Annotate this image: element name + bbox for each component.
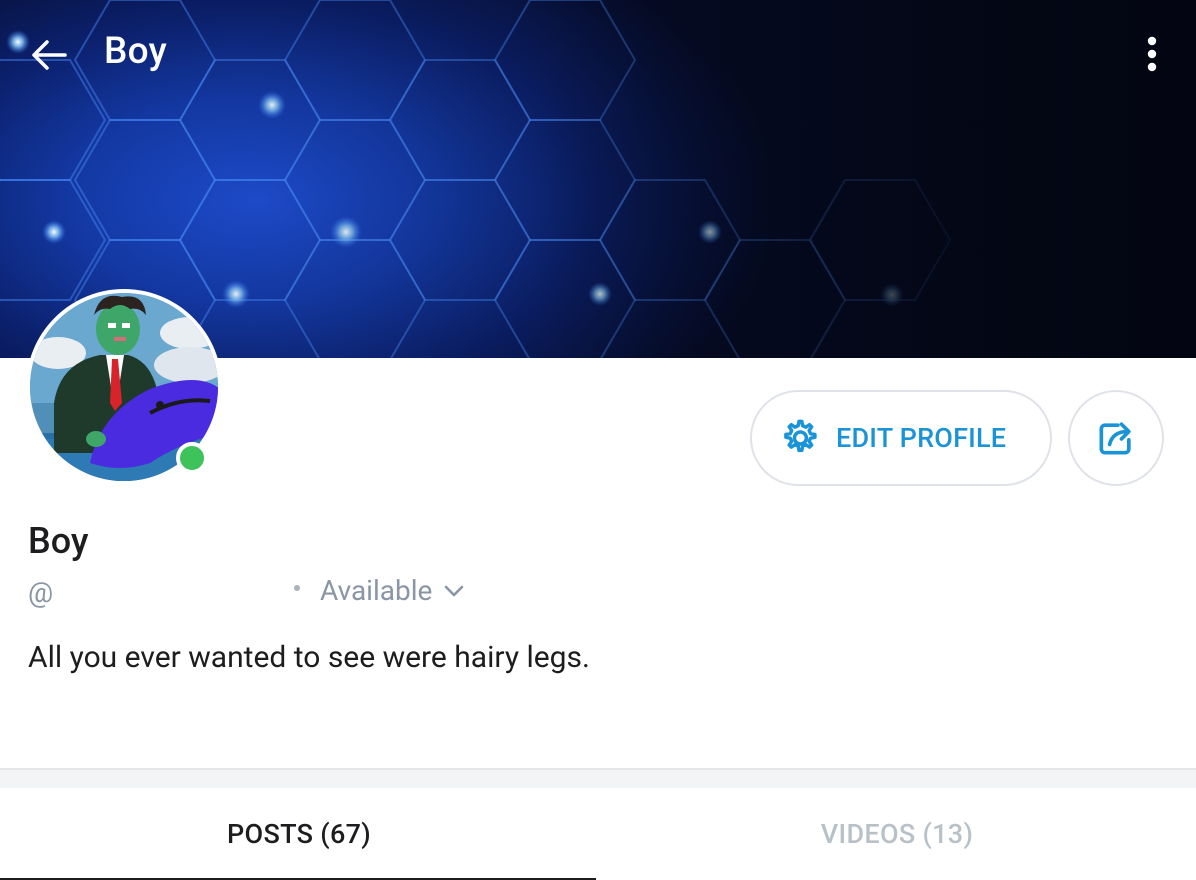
section-divider [0,768,1196,788]
display-name: Boy [28,520,89,562]
arrow-left-icon [32,40,67,70]
back-button[interactable] [26,32,72,78]
more-options-button[interactable] [1130,32,1174,76]
tab-videos[interactable]: VIDEOS (13) [598,788,1196,880]
profile-bio: All you ever wanted to see were hairy le… [28,640,590,675]
header-title: Boy [104,30,168,73]
separator-dot [294,585,300,591]
share-button[interactable] [1068,390,1164,486]
more-vertical-icon [1147,36,1157,72]
availability-status-label: Available [320,574,433,607]
share-icon [1099,422,1131,455]
username-handle: @ [28,576,54,609]
content-tabs: POSTS (67) VIDEOS (13) [0,788,1196,880]
availability-status-dropdown[interactable]: Available [320,574,466,607]
chevron-down-icon [442,579,466,603]
online-status-indicator [176,442,208,474]
edit-profile-label: EDIT PROFILE [836,422,1007,454]
top-bar: Boy [0,0,1196,106]
gear-icon [778,417,820,459]
edit-profile-button[interactable]: EDIT PROFILE [750,390,1052,486]
tab-posts[interactable]: POSTS (67) [0,788,598,880]
